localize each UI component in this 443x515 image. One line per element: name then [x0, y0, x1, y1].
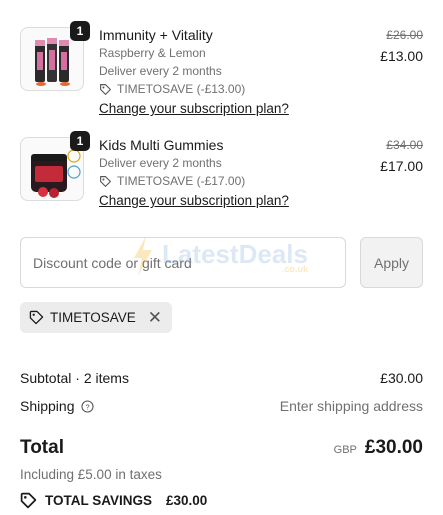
- item-prices: £26.00 £13.00: [380, 27, 423, 66]
- total-value-group: GBP £30.00: [334, 437, 423, 459]
- change-subscription-link[interactable]: Change your subscription plan?: [99, 100, 289, 118]
- help-icon[interactable]: ?: [80, 399, 94, 413]
- subtotal-row: Subtotal · 2 items £30.00: [20, 370, 423, 386]
- total-savings: TOTAL SAVINGS £30.00: [20, 492, 207, 509]
- shipping-value: Enter shipping address: [279, 398, 423, 414]
- delivery-frequency: Deliver every 2 months: [99, 156, 222, 170]
- quantity-badge: 1: [70, 21, 90, 41]
- taxes-note: Including £5.00 in taxes: [20, 467, 162, 482]
- subtotal-value: £30.00: [380, 370, 423, 386]
- applied-code-text: TIMETOSAVE: [50, 310, 136, 325]
- delivery-frequency: Deliver every 2 months: [99, 64, 222, 78]
- shipping-row: Shipping ? Enter shipping address: [20, 398, 423, 414]
- total-row: Total GBP £30.00: [20, 437, 423, 459]
- product-name: Kids Multi Gummies: [99, 137, 224, 153]
- applied-code-chip: TIMETOSAVE ✕: [20, 302, 173, 333]
- item-details: Kids Multi Gummies Deliver every 2 month…: [99, 137, 329, 210]
- apply-button[interactable]: Apply: [360, 237, 423, 288]
- line-item: 1 Immunity + Vitality Raspberry & Lemon …: [20, 21, 423, 127]
- item-details: Immunity + Vitality Raspberry & Lemon De…: [99, 27, 329, 118]
- savings-label: TOTAL SAVINGS: [45, 493, 153, 508]
- item-discount: TIMETOSAVE (-£13.00): [99, 80, 329, 98]
- tag-icon: [29, 310, 44, 325]
- item-discount-text: TIMETOSAVE (-£13.00): [117, 82, 246, 96]
- remove-code-icon[interactable]: ✕: [148, 309, 162, 326]
- product-variant: Raspberry & Lemon: [99, 46, 206, 60]
- shipping-label: Shipping: [20, 398, 75, 414]
- tag-icon: [100, 83, 111, 95]
- savings-value: £30.00: [166, 493, 208, 508]
- quantity-badge: 1: [70, 131, 90, 151]
- change-subscription-link[interactable]: Change your subscription plan?: [99, 192, 289, 210]
- shipping-label-group: Shipping ?: [20, 398, 94, 414]
- product-image: 1: [20, 21, 90, 91]
- item-discount: TIMETOSAVE (-£17.00): [99, 172, 329, 190]
- line-item: 1 Kids Multi Gummies Deliver every 2 mon…: [20, 131, 423, 237]
- tag-icon: [20, 492, 37, 509]
- original-price: £34.00: [386, 138, 423, 152]
- item-discount-text: TIMETOSAVE (-£17.00): [117, 174, 246, 188]
- currency-code: GBP: [333, 444, 357, 456]
- svg-text:?: ?: [85, 402, 89, 411]
- discounted-price: £17.00: [380, 158, 423, 174]
- total-value: £30.00: [364, 437, 423, 458]
- product-image: 1: [20, 131, 90, 201]
- tag-icon: [100, 175, 111, 187]
- discounted-price: £13.00: [380, 48, 423, 64]
- total-label: Total: [20, 437, 64, 458]
- subtotal-label: Subtotal · 2 items: [20, 370, 129, 386]
- product-name: Immunity + Vitality: [99, 27, 213, 43]
- discount-code-input[interactable]: [20, 237, 346, 288]
- original-price: £26.00: [386, 28, 423, 42]
- item-prices: £34.00 £17.00: [380, 137, 423, 176]
